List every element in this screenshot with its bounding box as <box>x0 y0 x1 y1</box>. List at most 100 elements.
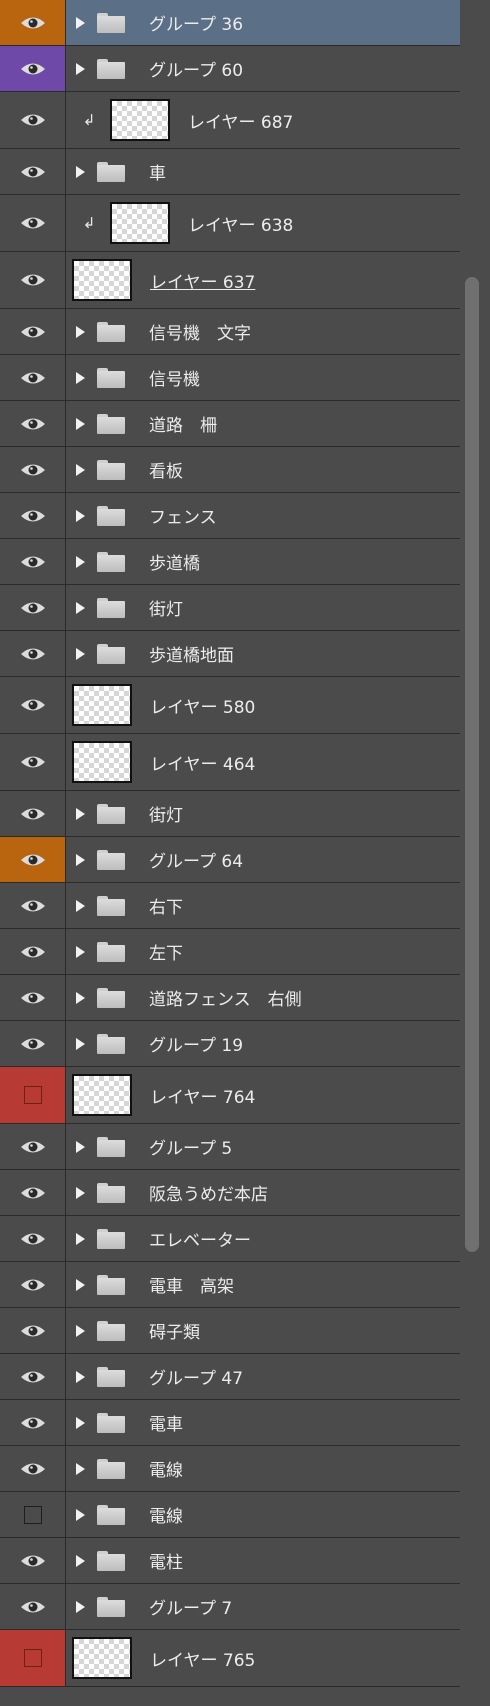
expand-arrow-icon[interactable] <box>76 807 85 820</box>
visibility-toggle[interactable] <box>0 0 66 45</box>
expand-arrow-icon[interactable] <box>76 1462 85 1475</box>
visibility-toggle[interactable] <box>0 1124 66 1169</box>
layer-row[interactable]: 電車 高架 <box>0 1262 460 1308</box>
expand-arrow-icon[interactable] <box>76 1416 85 1429</box>
visibility-toggle-off[interactable] <box>0 1067 66 1123</box>
visibility-toggle[interactable] <box>0 734 66 790</box>
layer-row[interactable]: グループ 47 <box>0 1354 460 1400</box>
visibility-toggle[interactable] <box>0 1354 66 1399</box>
layer-row[interactable]: ↲ レイヤー 638 <box>0 195 460 252</box>
layer-row[interactable]: グループ 19 <box>0 1021 460 1067</box>
expand-arrow-icon[interactable] <box>76 1600 85 1613</box>
layer-row[interactable]: フェンス <box>0 493 460 539</box>
expand-arrow-icon[interactable] <box>76 16 85 29</box>
layer-row[interactable]: 碍子類 <box>0 1308 460 1354</box>
layer-row[interactable]: グループ 5 <box>0 1124 460 1170</box>
visibility-toggle[interactable] <box>0 677 66 733</box>
layer-row[interactable]: 右下 <box>0 883 460 929</box>
visibility-toggle[interactable] <box>0 309 66 354</box>
folder-icon <box>97 413 125 434</box>
expand-arrow-icon[interactable] <box>76 601 85 614</box>
expand-arrow-icon[interactable] <box>76 1554 85 1567</box>
layer-row[interactable]: 看板 <box>0 447 460 493</box>
layer-row[interactable]: ↲ レイヤー 687 <box>0 92 460 149</box>
layer-row[interactable]: 車 <box>0 149 460 195</box>
visibility-toggle[interactable] <box>0 585 66 630</box>
visibility-toggle[interactable] <box>0 92 66 148</box>
layer-row[interactable]: 信号機 文字 <box>0 309 460 355</box>
layer-row[interactable]: グループ 64 <box>0 837 460 883</box>
layer-row[interactable]: グループ 36 <box>0 0 460 46</box>
visibility-toggle[interactable] <box>0 1400 66 1445</box>
layer-row[interactable]: 電線 <box>0 1492 460 1538</box>
expand-arrow-icon[interactable] <box>76 325 85 338</box>
visibility-toggle[interactable] <box>0 1170 66 1215</box>
visibility-toggle[interactable] <box>0 1538 66 1583</box>
visibility-toggle-off[interactable] <box>0 1630 66 1686</box>
visibility-toggle[interactable] <box>0 195 66 251</box>
layer-row[interactable]: 電柱 <box>0 1538 460 1584</box>
expand-arrow-icon[interactable] <box>76 555 85 568</box>
expand-arrow-icon[interactable] <box>76 509 85 522</box>
layer-row[interactable]: 道路フェンス 右側 <box>0 975 460 1021</box>
scrollbar-thumb[interactable] <box>465 277 479 1252</box>
visibility-toggle[interactable] <box>0 1446 66 1491</box>
visibility-toggle[interactable] <box>0 975 66 1020</box>
layer-row[interactable]: レイヤー 764 <box>0 1067 460 1124</box>
visibility-toggle[interactable] <box>0 447 66 492</box>
visibility-toggle[interactable] <box>0 149 66 194</box>
expand-arrow-icon[interactable] <box>76 1278 85 1291</box>
visibility-toggle[interactable] <box>0 493 66 538</box>
visibility-toggle[interactable] <box>0 929 66 974</box>
expand-arrow-icon[interactable] <box>76 62 85 75</box>
expand-arrow-icon[interactable] <box>76 1232 85 1245</box>
layer-row[interactable]: 信号機 <box>0 355 460 401</box>
visibility-toggle[interactable] <box>0 1216 66 1261</box>
layer-row[interactable]: レイヤー 637 <box>0 252 460 309</box>
visibility-toggle[interactable] <box>0 252 66 308</box>
expand-arrow-icon[interactable] <box>76 1508 85 1521</box>
layer-row[interactable]: エレベーター <box>0 1216 460 1262</box>
visibility-toggle-off[interactable] <box>0 1492 66 1537</box>
visibility-toggle[interactable] <box>0 1021 66 1066</box>
layer-row[interactable]: 街灯 <box>0 585 460 631</box>
layer-row[interactable]: グループ 7 <box>0 1584 460 1630</box>
visibility-toggle[interactable] <box>0 837 66 882</box>
expand-arrow-icon[interactable] <box>76 899 85 912</box>
visibility-toggle[interactable] <box>0 883 66 928</box>
expand-arrow-icon[interactable] <box>76 1324 85 1337</box>
expand-arrow-icon[interactable] <box>76 1186 85 1199</box>
expand-arrow-icon[interactable] <box>76 371 85 384</box>
layer-row[interactable]: 道路 柵 <box>0 401 460 447</box>
expand-arrow-icon[interactable] <box>76 1037 85 1050</box>
visibility-toggle[interactable] <box>0 539 66 584</box>
layer-row[interactable]: 電車 <box>0 1400 460 1446</box>
visibility-toggle[interactable] <box>0 631 66 676</box>
visibility-toggle[interactable] <box>0 355 66 400</box>
visibility-toggle[interactable] <box>0 1584 66 1629</box>
layer-row[interactable]: 歩道橋地面 <box>0 631 460 677</box>
expand-arrow-icon[interactable] <box>76 463 85 476</box>
expand-arrow-icon[interactable] <box>76 417 85 430</box>
visibility-toggle[interactable] <box>0 401 66 446</box>
layer-row[interactable]: 阪急うめだ本店 <box>0 1170 460 1216</box>
expand-arrow-icon[interactable] <box>76 945 85 958</box>
layer-row[interactable]: 歩道橋 <box>0 539 460 585</box>
expand-arrow-icon[interactable] <box>76 853 85 866</box>
expand-arrow-icon[interactable] <box>76 165 85 178</box>
layer-row[interactable]: 街灯 <box>0 791 460 837</box>
visibility-toggle[interactable] <box>0 46 66 91</box>
visibility-toggle[interactable] <box>0 1262 66 1307</box>
layer-row[interactable]: レイヤー 765 <box>0 1630 460 1687</box>
expand-arrow-icon[interactable] <box>76 991 85 1004</box>
expand-arrow-icon[interactable] <box>76 1140 85 1153</box>
visibility-toggle[interactable] <box>0 791 66 836</box>
layer-row[interactable]: レイヤー 580 <box>0 677 460 734</box>
layer-row[interactable]: グループ 60 <box>0 46 460 92</box>
expand-arrow-icon[interactable] <box>76 1370 85 1383</box>
layer-row[interactable]: 電線 <box>0 1446 460 1492</box>
visibility-toggle[interactable] <box>0 1308 66 1353</box>
expand-arrow-icon[interactable] <box>76 647 85 660</box>
layer-row[interactable]: レイヤー 464 <box>0 734 460 791</box>
layer-row[interactable]: 左下 <box>0 929 460 975</box>
